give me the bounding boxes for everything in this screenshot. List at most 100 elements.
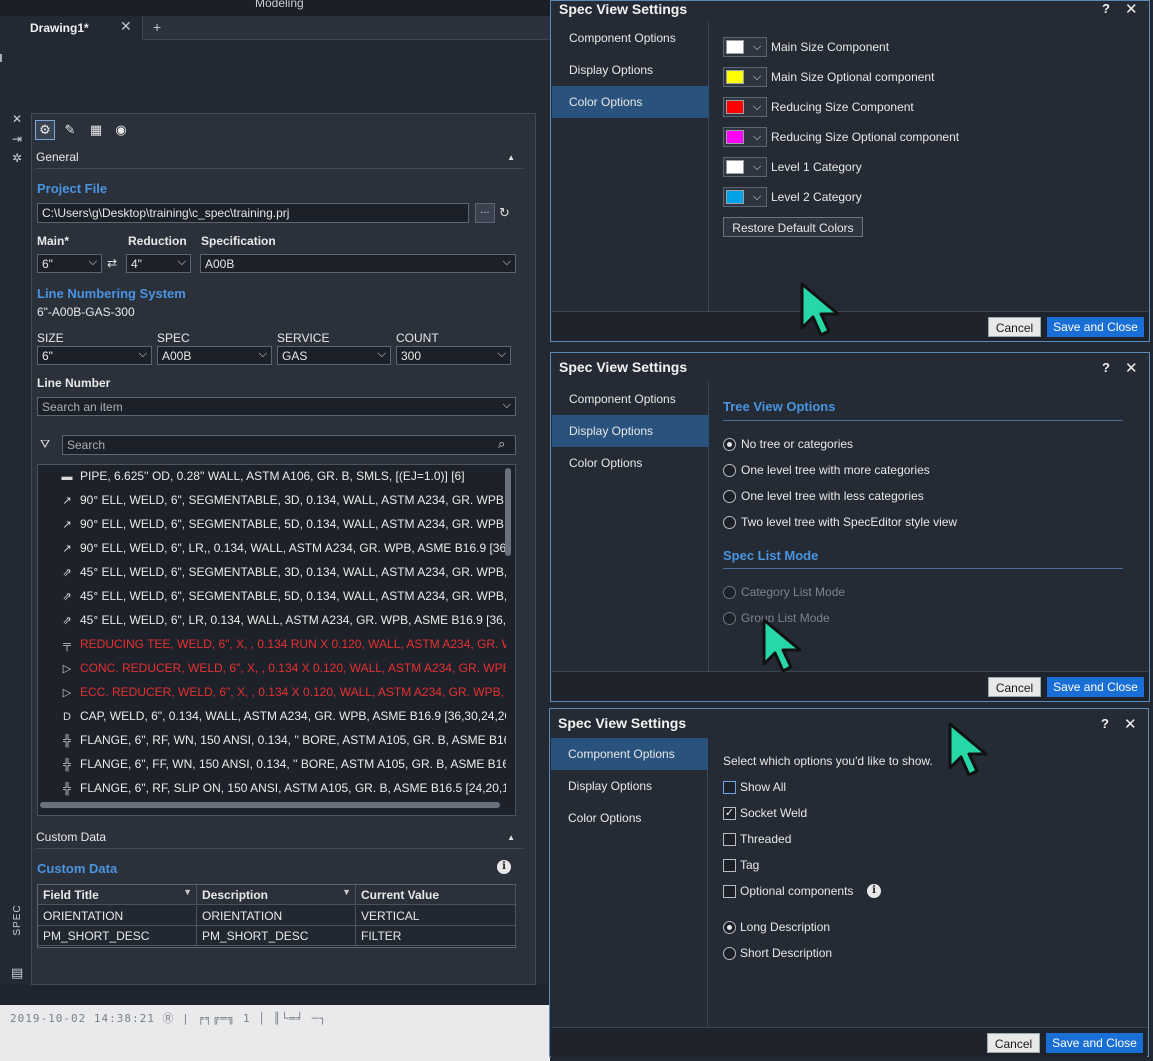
option-checkbox[interactable] xyxy=(723,781,736,794)
spec-select[interactable]: A00B ⌵ xyxy=(157,346,272,365)
refresh-icon[interactable]: ↻ xyxy=(499,205,510,221)
tree-option-radio[interactable] xyxy=(723,464,736,477)
list-item[interactable]: ↗ 90° ELL, WELD, 6", SEGMENTABLE, 3D, 0.1… xyxy=(58,493,506,513)
list-mode-radio[interactable] xyxy=(723,612,736,625)
list-horizontal-scrollbar[interactable] xyxy=(40,802,500,808)
custom-data-section-header[interactable]: Custom Data ▲ xyxy=(36,827,523,849)
list-item[interactable]: ⇗ 45° ELL, WELD, 6", SEGMENTABLE, 5D, 0.1… xyxy=(58,589,506,609)
description-label[interactable]: Long Description xyxy=(740,920,830,934)
info-icon[interactable]: i xyxy=(867,884,881,898)
close-palette-icon[interactable]: ✕ xyxy=(12,112,22,126)
column-header[interactable]: Description ▼ xyxy=(197,885,356,905)
table-cell[interactable]: VERTICAL xyxy=(356,906,516,926)
list-item[interactable]: ╬ FLANGE, 6", FF, WN, 150 ANSI, 0.134, ''… xyxy=(58,757,506,777)
color-picker[interactable]: ⌵ xyxy=(723,187,767,207)
table-cell[interactable]: PM_SHORT_DESC xyxy=(197,926,356,946)
size-select[interactable]: 6" ⌵ xyxy=(37,346,152,365)
line-number-select[interactable]: Search an item ⌵ xyxy=(37,397,516,416)
list-item[interactable]: ▬ PIPE, 6.625'' OD, 0.28'' WALL, ASTM A10… xyxy=(58,469,506,489)
table-cell[interactable]: PM_SHORT_DESC xyxy=(38,926,197,946)
column-header[interactable]: Current Value xyxy=(356,885,516,905)
palette-menu-icon[interactable]: ▤ xyxy=(11,965,23,981)
option-checkbox[interactable] xyxy=(723,885,736,898)
close-dialog-icon[interactable]: ✕ xyxy=(1125,359,1138,377)
table-cell[interactable]: FILTER xyxy=(356,926,516,946)
list-item[interactable]: ↗ 90° ELL, WELD, 6", SEGMENTABLE, 5D, 0.1… xyxy=(58,517,506,537)
color-picker[interactable]: ⌵ xyxy=(723,97,767,117)
collapse-icon[interactable]: ▲ xyxy=(507,833,515,842)
component-list[interactable]: ▬ PIPE, 6.625'' OD, 0.28'' WALL, ASTM A10… xyxy=(37,464,516,816)
new-tab-icon[interactable]: + xyxy=(153,19,161,35)
cancel-button[interactable]: Cancel xyxy=(988,677,1041,697)
list-item[interactable]: ╤ REDUCING TEE, WELD, 6", X, , 0.134 RUN … xyxy=(58,637,506,657)
help-icon[interactable]: ? xyxy=(1101,716,1109,731)
tree-option-radio[interactable] xyxy=(723,516,736,529)
cancel-button[interactable]: Cancel xyxy=(988,317,1041,337)
project-file-input[interactable]: C:\Users\g\Desktop\training\c_spec\train… xyxy=(37,203,469,223)
info-icon[interactable]: i xyxy=(497,860,511,874)
component-search-input[interactable]: Search xyxy=(62,435,516,455)
help-icon[interactable]: ? xyxy=(1102,360,1110,375)
description-radio[interactable] xyxy=(723,921,736,934)
list-item[interactable]: D CAP, WELD, 6", 0.134, WALL, ASTM A234, … xyxy=(58,709,506,729)
edit-icon[interactable]: ✎ xyxy=(60,120,80,140)
color-picker[interactable]: ⌵ xyxy=(723,127,767,147)
option-checkbox-label[interactable]: Show All xyxy=(740,780,786,794)
main-size-select[interactable]: 6" ⌵ xyxy=(37,254,102,273)
close-dialog-icon[interactable]: ✕ xyxy=(1125,0,1138,18)
list-vertical-scrollbar[interactable] xyxy=(505,468,511,556)
color-picker[interactable]: ⌵ xyxy=(723,67,767,87)
service-select[interactable]: GAS ⌵ xyxy=(277,346,391,365)
tree-option-radio[interactable] xyxy=(723,490,736,503)
option-checkbox-label[interactable]: Tag xyxy=(740,858,759,872)
save-and-close-button[interactable]: Save and Close xyxy=(1046,1033,1143,1053)
option-checkbox-label[interactable]: Optional components xyxy=(740,884,853,898)
tree-option-label[interactable]: One level tree with less categories xyxy=(741,489,924,503)
table-cell[interactable]: ORIENTATION xyxy=(38,906,197,926)
close-dialog-icon[interactable]: ✕ xyxy=(1124,715,1137,733)
tree-option-label[interactable]: Two level tree with SpecEditor style vie… xyxy=(741,515,957,529)
nav-component-options[interactable]: Component Options xyxy=(551,738,708,770)
restore-default-colors-button[interactable]: Restore Default Colors xyxy=(723,217,863,237)
option-checkbox[interactable] xyxy=(723,833,736,846)
general-section-header[interactable]: General ▲ xyxy=(36,147,523,169)
color-picker[interactable]: ⌵ xyxy=(723,157,767,177)
description-radio[interactable] xyxy=(723,947,736,960)
autohide-icon[interactable]: ⇥ xyxy=(12,132,22,146)
browse-button[interactable]: ... xyxy=(475,203,495,223)
description-label[interactable]: Short Description xyxy=(740,946,832,960)
nav-component-options[interactable]: Component Options xyxy=(552,383,709,415)
view-icon[interactable]: ◉ xyxy=(111,120,131,140)
close-tab-icon[interactable]: ✕ xyxy=(120,18,132,35)
nav-display-options[interactable]: Display Options xyxy=(551,770,708,802)
list-item[interactable]: ▷ ECC. REDUCER, WELD, 6", X, , 0.134 X 0.… xyxy=(58,685,506,705)
nav-display-options[interactable]: Display Options xyxy=(552,54,709,86)
nav-display-options[interactable]: Display Options xyxy=(552,415,709,447)
tree-option-label[interactable]: One level tree with more categories xyxy=(741,463,930,477)
collapse-icon[interactable]: ▲ xyxy=(507,153,515,162)
nav-color-options[interactable]: Color Options xyxy=(552,86,709,118)
document-tab-label[interactable]: Drawing1* xyxy=(30,21,89,35)
tree-option-radio[interactable] xyxy=(723,438,736,451)
option-checkbox[interactable] xyxy=(723,859,736,872)
list-item[interactable]: ↗ 90° ELL, WELD, 6", LR,, 0.134, WALL, AS… xyxy=(58,541,506,561)
color-picker[interactable]: ⌵ xyxy=(723,37,767,57)
option-checkbox-label[interactable]: Socket Weld xyxy=(740,806,807,820)
specification-select[interactable]: A00B ⌵ xyxy=(200,254,516,273)
cancel-button[interactable]: Cancel xyxy=(987,1033,1040,1053)
save-and-close-button[interactable]: Save and Close xyxy=(1047,677,1144,697)
filter-icon[interactable]: ⛛ xyxy=(40,437,50,452)
save-and-close-button[interactable]: Save and Close xyxy=(1047,317,1144,337)
nav-color-options[interactable]: Color Options xyxy=(551,802,708,834)
count-select[interactable]: 300 ⌵ xyxy=(396,346,511,365)
list-item[interactable]: ⇗ 45° ELL, WELD, 6", LR, 0.134, WALL, AST… xyxy=(58,613,506,633)
palette-properties-icon[interactable]: ✲ xyxy=(12,151,22,165)
column-header[interactable]: Field Title ▼ xyxy=(38,885,197,905)
search-icon[interactable]: ⌕ xyxy=(498,436,505,452)
list-mode-label[interactable]: Category List Mode xyxy=(741,585,845,599)
nav-color-options[interactable]: Color Options xyxy=(552,447,709,479)
list-item[interactable]: ⇗ 45° ELL, WELD, 6", SEGMENTABLE, 3D, 0.1… xyxy=(58,565,506,585)
option-checkbox[interactable]: ✓ xyxy=(723,807,736,820)
nav-component-options[interactable]: Component Options xyxy=(552,22,709,54)
column-filter-icon[interactable]: ▼ xyxy=(183,887,192,897)
